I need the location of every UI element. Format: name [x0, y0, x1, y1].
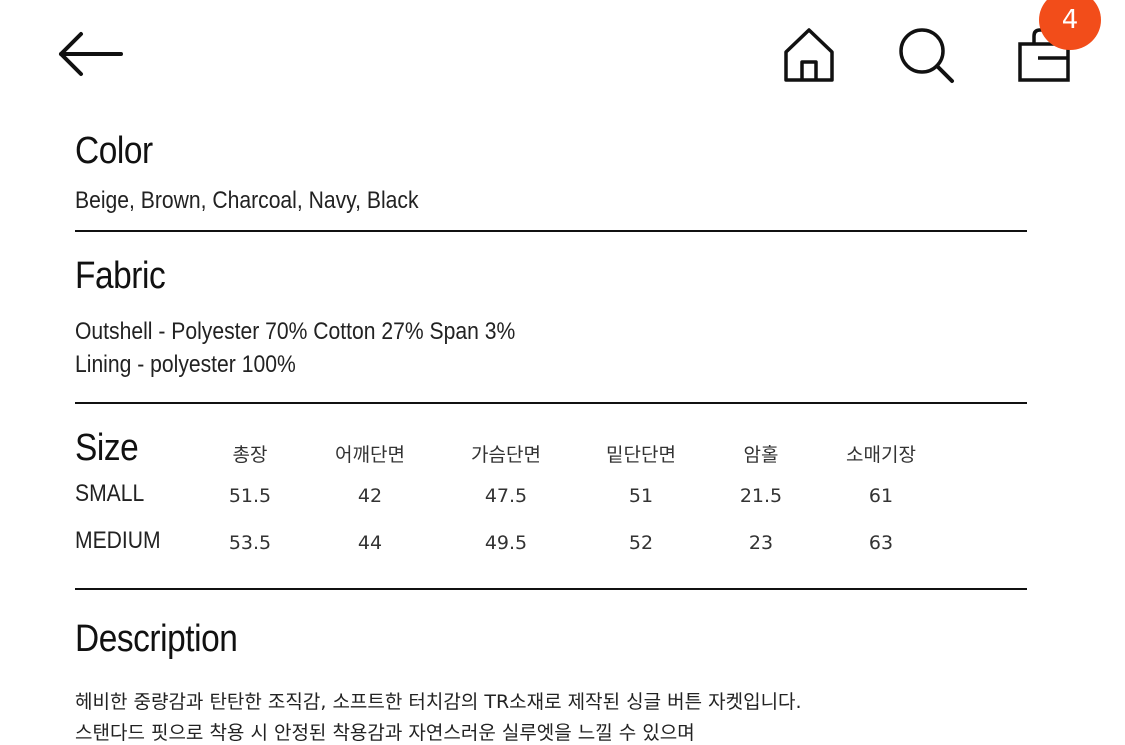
size-cell: 44 — [357, 532, 383, 554]
size-cell: 51.5 — [228, 485, 272, 507]
divider — [75, 402, 1027, 404]
divider — [75, 588, 1027, 590]
size-cell: 23 — [748, 532, 774, 554]
size-title: Size — [75, 427, 139, 469]
size-cell: 61 — [868, 485, 894, 507]
description-line: 스탠다드 핏으로 착용 시 안정된 착용감과 자연스러운 실루엣을 느낄 수 있… — [75, 722, 695, 744]
fabric-line: Lining - polyester 100% — [75, 351, 296, 378]
size-row-label: MEDIUM — [75, 527, 161, 554]
size-cell: 47.5 — [484, 485, 528, 507]
size-row-label: SMALL — [75, 480, 145, 507]
size-cell: 21.5 — [739, 485, 783, 507]
back-button[interactable] — [55, 28, 125, 80]
size-cell: 51 — [628, 485, 654, 507]
size-column-header: 어깨단면 — [335, 444, 405, 466]
size-cell: 52 — [628, 532, 654, 554]
size-column-header: 소매기장 — [846, 444, 916, 466]
size-column-header: 총장 — [232, 444, 268, 466]
search-button[interactable] — [895, 24, 957, 86]
divider — [75, 230, 1027, 232]
size-column-header: 가슴단면 — [471, 444, 541, 466]
description-line: 헤비한 중량감과 탄탄한 조직감, 소프트한 터치감의 TR소재로 제작된 싱글… — [75, 691, 802, 713]
arrow-left-icon — [59, 32, 123, 76]
size-cell: 53.5 — [228, 532, 272, 554]
size-cell: 63 — [868, 532, 894, 554]
size-column-header: 밑단단면 — [606, 444, 676, 466]
color-value: Beige, Brown, Charcoal, Navy, Black — [75, 187, 419, 214]
search-icon — [899, 28, 954, 83]
fabric-line: Outshell - Polyester 70% Cotton 27% Span… — [75, 318, 516, 345]
size-cell: 49.5 — [484, 532, 528, 554]
size-cell: 42 — [357, 485, 383, 507]
top-navigation-bar: 4 — [0, 0, 1125, 110]
home-icon — [784, 28, 834, 82]
fabric-title: Fabric — [75, 255, 166, 297]
size-column-header: 암홀 — [743, 444, 779, 466]
color-title: Color — [75, 130, 153, 172]
description-title: Description — [75, 618, 238, 660]
home-button[interactable] — [778, 24, 840, 86]
